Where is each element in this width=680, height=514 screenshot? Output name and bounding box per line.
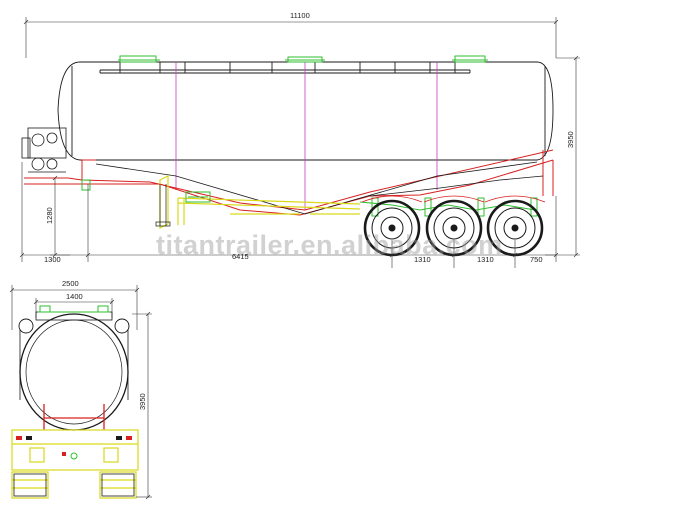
front-equipment xyxy=(21,127,67,173)
manhole-covers xyxy=(118,55,488,63)
watermark: titantrailer.en.alibaba.com xyxy=(156,230,503,260)
rear-height-label: 3950 xyxy=(138,393,147,410)
side-view: 11100 3950 1280 1300 6415 1310 1310 750 … xyxy=(19,11,580,268)
rear-chassis xyxy=(11,429,139,499)
tanker-trailer-drawing: 11100 3950 1280 1300 6415 1310 1310 750 … xyxy=(9,11,580,500)
side-height-label: 3950 xyxy=(566,131,575,148)
rear-top-fittings xyxy=(38,305,110,313)
rear-view: 2500 1400 3950 xyxy=(9,279,152,500)
rear-overhang-label: 750 xyxy=(530,255,543,264)
rear-wheels xyxy=(13,473,135,497)
axle-track-dimension xyxy=(33,298,115,318)
rear-tank xyxy=(18,311,130,431)
overall-length-dimension xyxy=(23,17,559,58)
tank-body xyxy=(57,61,554,161)
overall-length-label: 11100 xyxy=(290,11,310,20)
ground-clearance-label: 1280 xyxy=(45,207,54,224)
side-height-dimension xyxy=(545,55,580,258)
front-overhang-label: 1300 xyxy=(44,255,61,264)
axle-track-label: 1400 xyxy=(66,292,83,301)
overall-width-label: 2500 xyxy=(62,279,79,288)
